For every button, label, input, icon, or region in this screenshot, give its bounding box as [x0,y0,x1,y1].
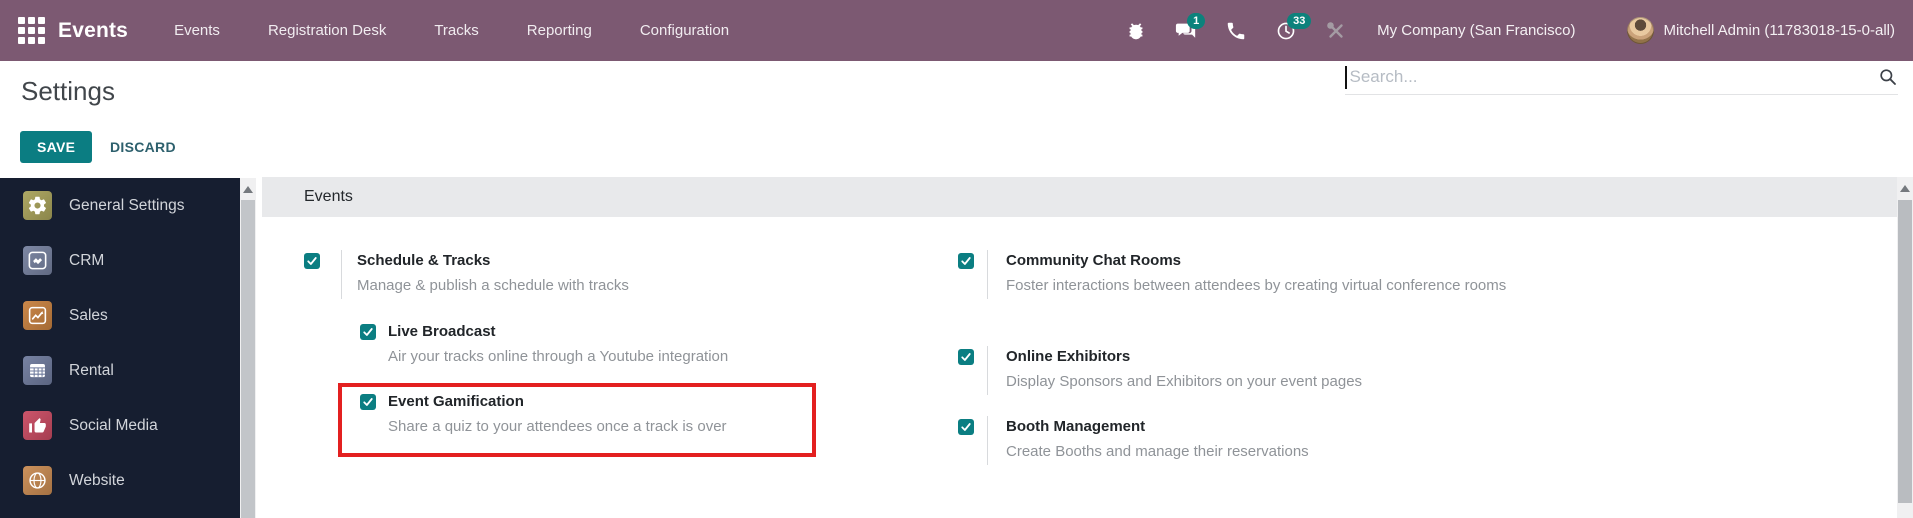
checkbox-live-broadcast[interactable] [360,324,376,340]
sidebar-item-general-settings[interactable]: General Settings [0,178,240,233]
globe-icon [23,466,52,495]
setting-label[interactable]: Online Exhibitors [1006,346,1362,368]
messages-badge: 1 [1187,12,1206,29]
divider [987,416,988,465]
thumbs-up-icon [23,411,52,440]
phone-icon[interactable] [1225,20,1247,42]
sidebar-item-label: CRM [69,251,105,269]
section-header-events: Events [262,177,1897,217]
scroll-up-arrow[interactable] [1900,185,1910,192]
sidebar-item-label: Sales [69,306,108,324]
scroll-up-arrow[interactable] [243,186,253,193]
setting-label[interactable]: Event Gamification [388,391,727,413]
setting-description: Create Booths and manage their reservati… [1006,443,1309,460]
setting-booth-management: Booth Management Create Booths and manag… [958,416,1309,465]
section-title: Events [304,188,353,205]
setting-description: Share a quiz to your attendees once a tr… [388,418,727,435]
sidebar-item-label: General Settings [69,196,185,214]
menu-reporting[interactable]: Reporting [503,0,616,61]
sidebar-item-social-media[interactable]: Social Media [0,398,240,453]
page-title: Settings [21,76,115,106]
setting-label[interactable]: Community Chat Rooms [1006,250,1506,272]
company-switcher[interactable]: My Company (San Francisco) [1377,22,1575,39]
settings-sidebar: General Settings CRM Sales Rental Social… [0,178,240,518]
setting-community-chat-rooms: Community Chat Rooms Foster interactions… [958,250,1506,299]
chart-icon [23,301,52,330]
setting-description: Foster interactions between attendees by… [1006,277,1507,294]
sidebar-item-label: Website [69,471,125,489]
scrollbar-thumb[interactable] [1898,200,1912,503]
bug-icon[interactable] [1125,20,1147,42]
sidebar-item-rental[interactable]: Rental [0,343,240,398]
setting-event-gamification: Event Gamification Share a quiz to your … [360,391,727,440]
sidebar-item-sales[interactable]: Sales [0,288,240,343]
setting-label[interactable]: Live Broadcast [388,321,728,343]
app-name[interactable]: Events [58,19,128,43]
divider [341,250,342,299]
save-button[interactable]: SAVE [20,131,93,163]
setting-schedule-tracks: Schedule & Tracks Manage & publish a sch… [304,250,629,299]
search-box [1345,60,1898,95]
odoo-settings-page: Events Events Registration Desk Tracks R… [0,0,1913,518]
checkbox-schedule-tracks[interactable] [304,253,320,269]
sidebar-item-website[interactable]: Website [0,453,240,508]
user-avatar[interactable] [1627,17,1655,44]
systray: 1 33 My Company (San Francisco) Mitchell… [1111,12,1895,44]
window-scrollbar [1897,177,1913,518]
checkbox-event-gamification[interactable] [360,394,376,410]
activities-badge: 33 [1287,12,1312,29]
setting-label[interactable]: Schedule & Tracks [357,250,629,272]
settings-scrollbar [240,178,256,518]
gear-icon [23,191,52,220]
discard-button[interactable]: DISCARD [110,131,176,163]
checkbox-community-chat-rooms[interactable] [958,253,974,269]
checkbox-booth-management[interactable] [958,419,974,435]
divider [987,346,988,395]
table-icon [23,356,52,385]
setting-description: Air your tracks online through a Youtube… [388,348,729,365]
scrollbar-thumb[interactable] [241,200,255,518]
menu-registration-desk[interactable]: Registration Desk [244,0,410,61]
text-caret [1345,65,1347,89]
top-nav-bar: Events Events Registration Desk Tracks R… [0,0,1913,61]
setting-label[interactable]: Booth Management [1006,416,1309,438]
setting-description: Display Sponsors and Exhibitors on your … [1006,373,1363,390]
handshake-icon [23,246,52,275]
search-input[interactable] [1349,67,1878,87]
sidebar-item-label: Social Media [69,416,158,434]
apps-menu-icon[interactable] [18,17,45,44]
messages-icon[interactable]: 1 [1175,12,1206,42]
sidebar-item-label: Rental [69,361,114,379]
activities-clock-icon[interactable]: 33 [1275,12,1312,42]
menu-events[interactable]: Events [150,0,244,61]
search-icon[interactable] [1878,67,1898,87]
setting-online-exhibitors: Online Exhibitors Display Sponsors and E… [958,346,1362,395]
menu-configuration[interactable]: Configuration [616,0,753,61]
app-menu: Events Registration Desk Tracks Reportin… [150,0,753,61]
divider [987,250,988,299]
setting-live-broadcast: Live Broadcast Air your tracks online th… [360,321,728,370]
tools-icon[interactable] [1325,20,1347,42]
checkbox-online-exhibitors[interactable] [958,349,974,365]
menu-tracks[interactable]: Tracks [410,0,502,61]
sidebar-item-crm[interactable]: CRM [0,233,240,288]
user-menu[interactable]: Mitchell Admin (11783018-15-0-all) [1663,22,1895,39]
setting-description: Manage & publish a schedule with tracks [357,277,629,294]
